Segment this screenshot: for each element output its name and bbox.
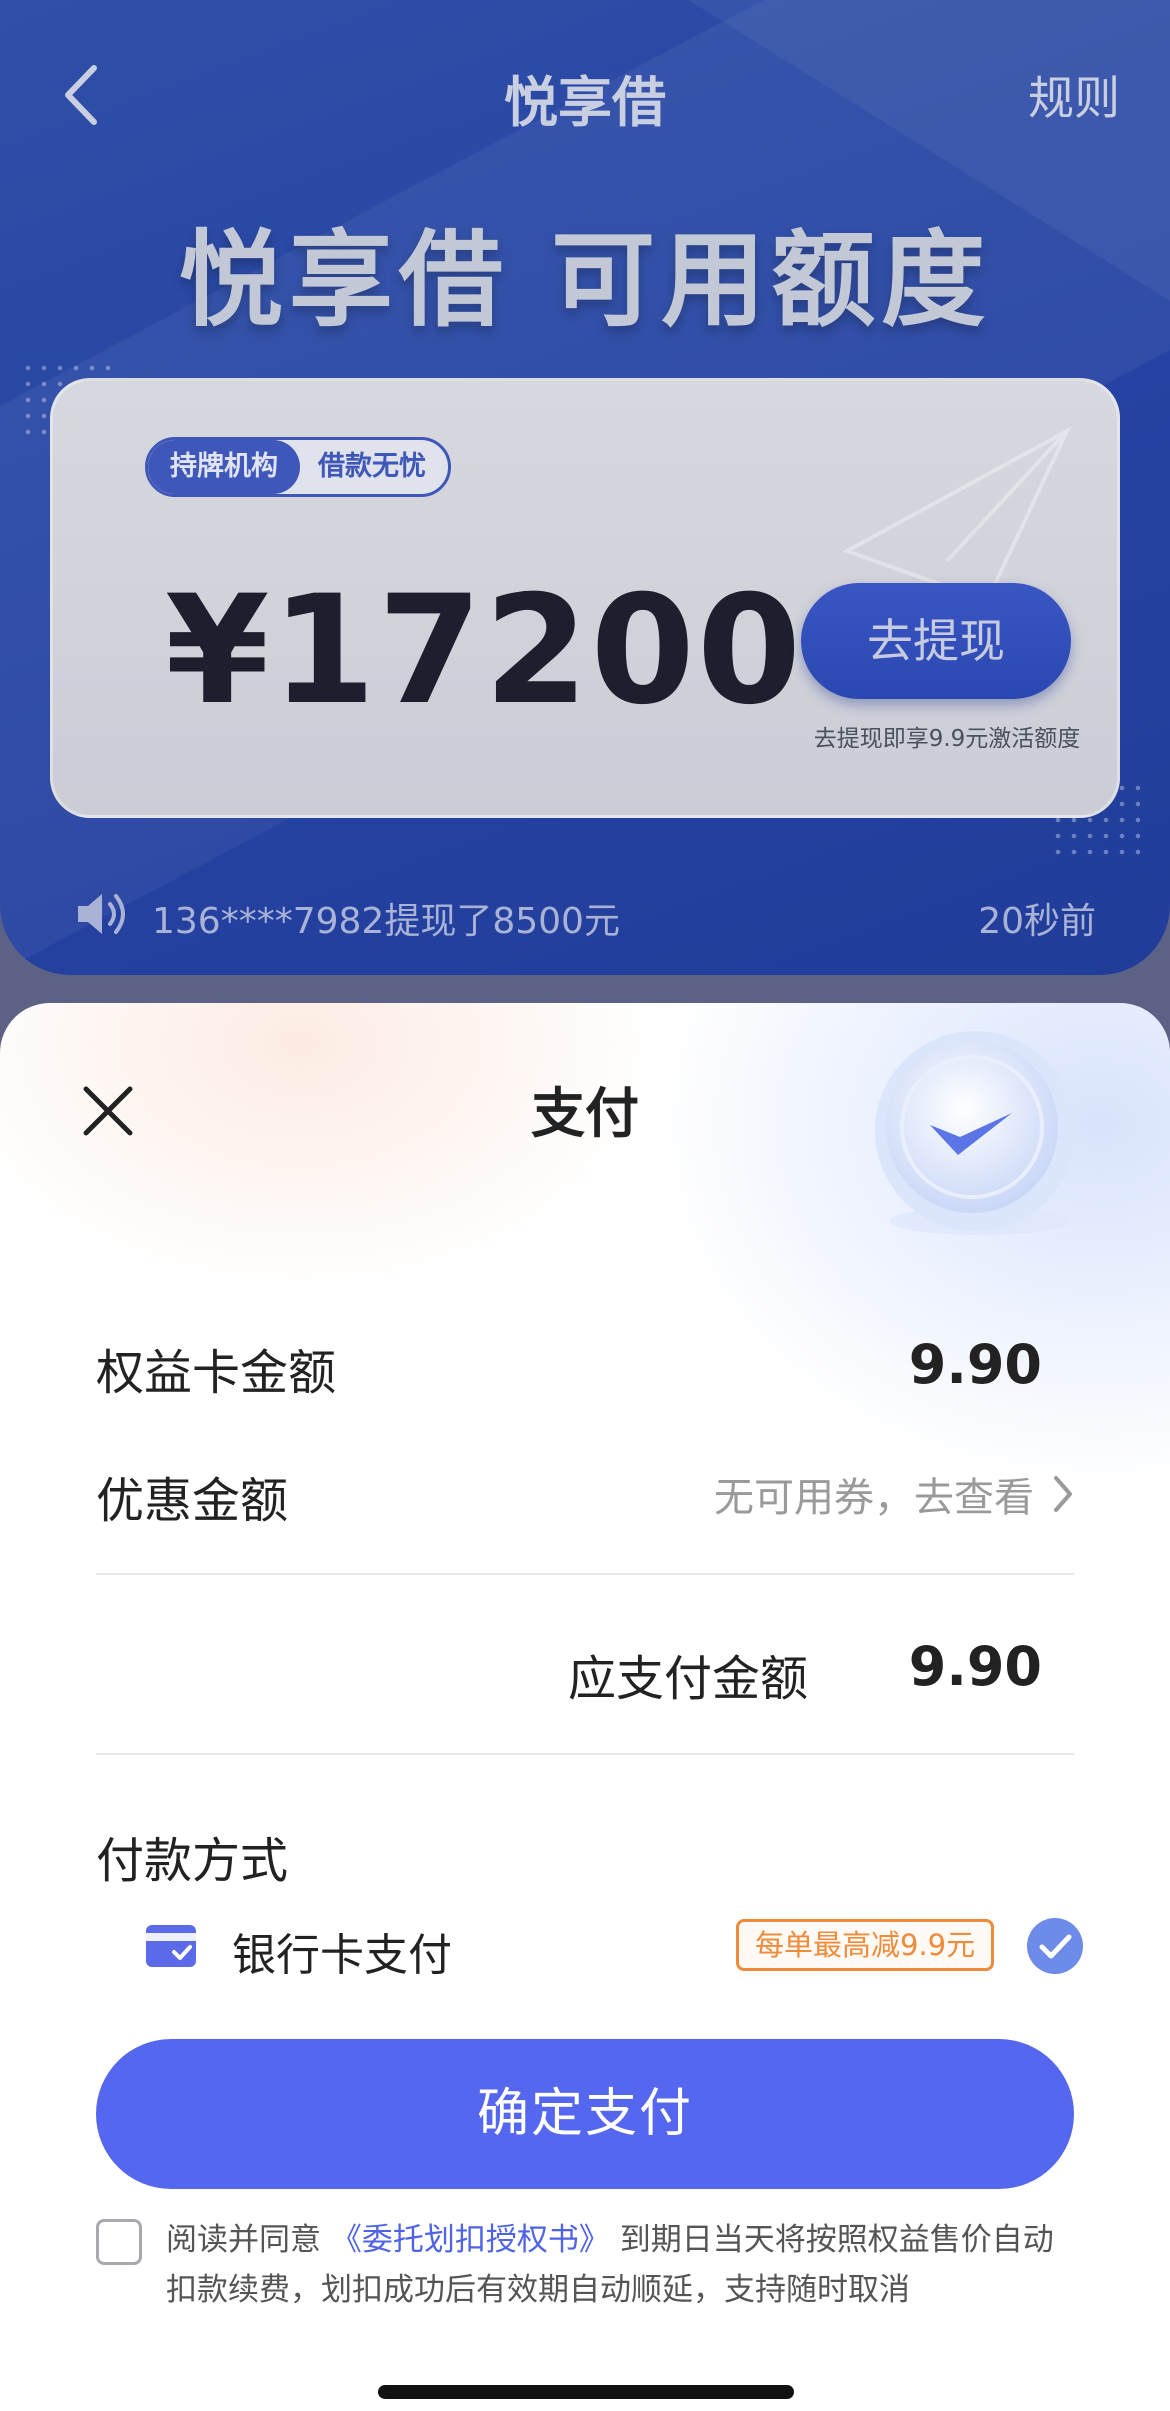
promo-badge: 每单最高减9.9元 (736, 1919, 995, 1971)
agreement-text: 阅读并同意 《委托划扣授权书》 到期日当天将按照权益售价自动扣款续费，划扣成功后… (166, 2215, 1066, 2315)
divider (96, 1573, 1074, 1575)
withdraw-button[interactable]: 去提现 (801, 583, 1071, 699)
speaker-icon (78, 894, 125, 934)
payment-sheet: 支付 权益卡金额 9.90 优惠金额 无可用券，去查看 应支付金额 9.90 付… (0, 1003, 1170, 2411)
payment-method-title: 付款方式 (96, 1833, 289, 1889)
card-amount-value: 9.90 (908, 1333, 1042, 1396)
bank-card-icon (146, 1925, 196, 1967)
worry-free-badge: 借款无忧 (318, 451, 426, 482)
ticker-time: 20秒前 (978, 901, 1096, 942)
chevron-right-icon (1054, 1476, 1072, 1512)
hero-background: 悦享借 规则 悦享借 可用额度 持牌机构 借款无忧 ¥17200 去提现 去提现… (0, 0, 1170, 975)
bank-card-label: 银行卡支付 (232, 1930, 452, 1981)
agreement-checkbox[interactable] (96, 2219, 142, 2265)
badge-group: 持牌机构 借款无忧 (145, 437, 451, 497)
total-row: 应支付金额 9.90 (96, 1635, 1074, 1709)
check-badge-icon (875, 1031, 1075, 1235)
page-title: 悦享借 (504, 71, 666, 134)
withdraw-ticker: 136****7982提现了8500元 20秒前 (74, 886, 1096, 942)
agreement-prefix: 阅读并同意 (166, 2222, 321, 2258)
bank-card-payment-option[interactable]: 银行卡支付 每单最高减9.9元 (146, 1915, 1086, 1981)
selected-check-icon[interactable] (1026, 1917, 1084, 1975)
hero-title: 悦享借 可用额度 (178, 219, 992, 341)
card-amount-label: 权益卡金额 (96, 1345, 337, 1401)
total-value: 9.90 (908, 1635, 1042, 1698)
licensed-badge: 持牌机构 (148, 440, 300, 494)
card-amount-row: 权益卡金额 9.90 (96, 1333, 1074, 1403)
discount-row: 优惠金额 无可用券，去查看 (96, 1461, 1074, 1531)
available-amount: ¥17200 (165, 564, 804, 738)
view-coupons-link[interactable]: 无可用券，去查看 (714, 1465, 1074, 1523)
confirm-payment-button[interactable]: 确定支付 (96, 2039, 1074, 2189)
total-label: 应支付金额 (567, 1651, 808, 1707)
credit-amount-card: 持牌机构 借款无忧 ¥17200 去提现 去提现即享9.9元激活额度 (50, 378, 1120, 818)
authorization-link[interactable]: 《委托划扣授权书》 (331, 2222, 610, 2258)
rules-link[interactable]: 规则 (1028, 62, 1120, 128)
divider (96, 1753, 1074, 1755)
discount-label: 优惠金额 (96, 1473, 289, 1529)
home-indicator (378, 2385, 794, 2399)
coupon-link-text: 无可用券，去查看 (714, 1475, 1034, 1521)
ticker-message: 136****7982提现了8500元 (152, 901, 620, 942)
withdraw-note: 去提现即享9.9元激活额度 (813, 726, 1081, 752)
